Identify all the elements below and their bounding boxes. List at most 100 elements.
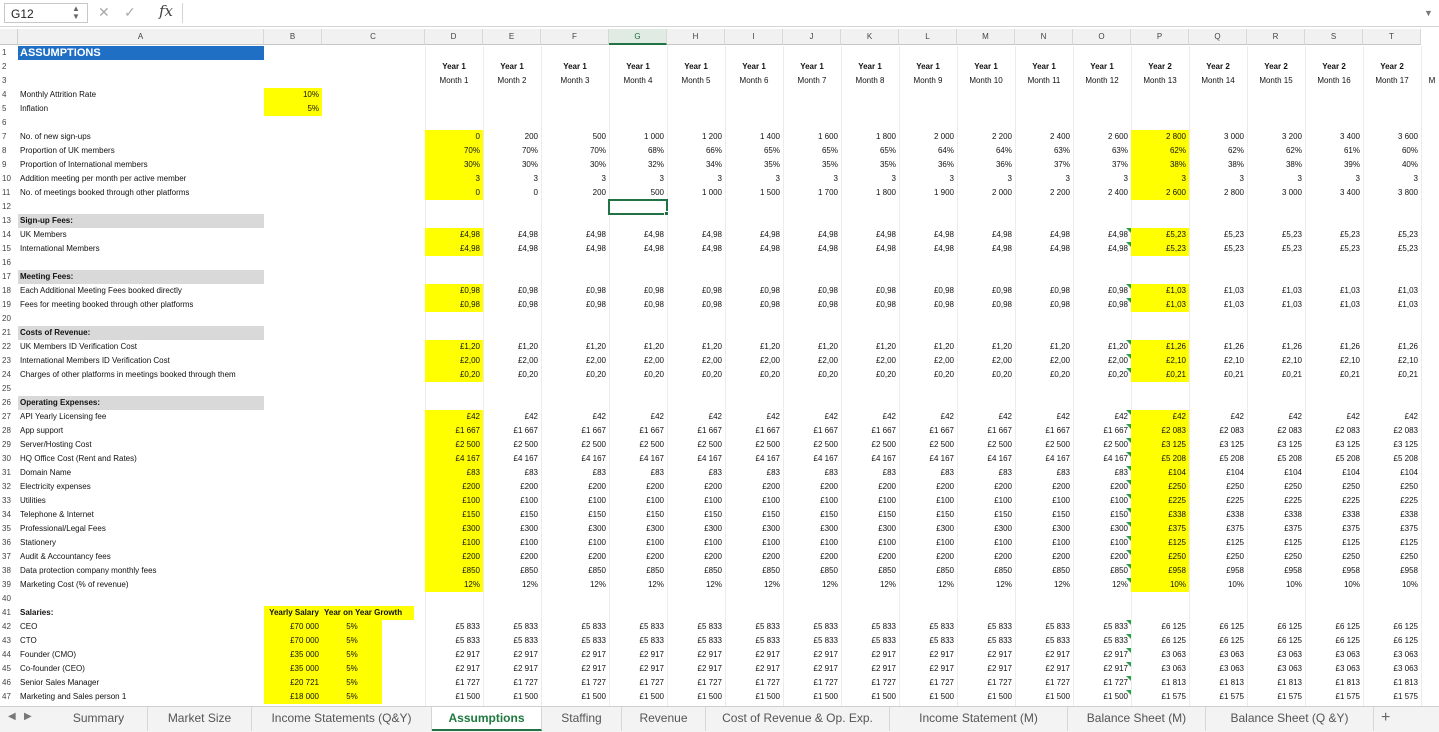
value-cell[interactable]: £6 125 bbox=[1247, 620, 1305, 634]
value-cell[interactable]: £5 833 bbox=[609, 634, 667, 648]
column-header-g[interactable]: G bbox=[609, 29, 667, 45]
row-label[interactable]: UK Members ID Verification Cost bbox=[18, 340, 264, 354]
value-cell[interactable]: £4 167 bbox=[667, 452, 725, 466]
value-cell[interactable]: £1 667 bbox=[425, 424, 483, 438]
value-cell[interactable]: £6 125 bbox=[1131, 634, 1189, 648]
row-header[interactable]: 12 bbox=[0, 200, 18, 214]
value-cell[interactable]: £83 bbox=[541, 466, 609, 480]
value-cell[interactable]: £4,98 bbox=[425, 228, 483, 242]
value-cell[interactable]: 1 700 bbox=[783, 186, 841, 200]
row-header[interactable]: 43 bbox=[0, 634, 18, 648]
row-header[interactable]: 24 bbox=[0, 368, 18, 382]
value-cell[interactable]: 3 bbox=[425, 172, 483, 186]
value-cell[interactable]: £1,20 bbox=[667, 340, 725, 354]
value-cell[interactable]: £100 bbox=[841, 494, 899, 508]
row-header[interactable]: 1 bbox=[0, 46, 18, 60]
insert-function-icon[interactable]: fx bbox=[159, 2, 173, 20]
value-cell[interactable]: £200 bbox=[483, 480, 541, 494]
value-cell[interactable]: 3 bbox=[1247, 172, 1305, 186]
row-header[interactable]: 25 bbox=[0, 382, 18, 396]
row-label[interactable]: Proportion of International members bbox=[18, 158, 264, 172]
value-cell[interactable]: £338 bbox=[1305, 508, 1363, 522]
value-cell[interactable]: £1,03 bbox=[1363, 284, 1421, 298]
value-cell[interactable]: £200 bbox=[609, 480, 667, 494]
row-header[interactable]: 44 bbox=[0, 648, 18, 662]
value-cell[interactable]: 1 000 bbox=[667, 186, 725, 200]
column-header-m[interactable]: M bbox=[957, 29, 1015, 45]
value-cell[interactable]: £1,20 bbox=[841, 340, 899, 354]
value-cell[interactable]: 62% bbox=[1131, 144, 1189, 158]
row-label[interactable]: Co-founder (CEO) bbox=[18, 662, 264, 676]
value-cell[interactable]: 12% bbox=[725, 578, 783, 592]
value-cell[interactable]: £1 667 bbox=[1073, 424, 1131, 438]
value-cell[interactable]: £1,20 bbox=[483, 340, 541, 354]
row-header[interactable]: 20 bbox=[0, 312, 18, 326]
value-cell[interactable]: £6 125 bbox=[1363, 634, 1421, 648]
column-header-l[interactable]: L bbox=[899, 29, 957, 45]
row-label[interactable]: Founder (CMO) bbox=[18, 648, 264, 662]
name-box-stepper-icon[interactable]: ▲ ▼ bbox=[72, 5, 80, 21]
value-cell[interactable]: £4,98 bbox=[483, 228, 541, 242]
value-cell[interactable]: 1 800 bbox=[841, 130, 899, 144]
value-cell[interactable]: £250 bbox=[1363, 550, 1421, 564]
value-cell[interactable]: 30% bbox=[483, 158, 541, 172]
column-header-q[interactable]: Q bbox=[1189, 29, 1247, 45]
spreadsheet-grid[interactable]: 1 ASSUMPTIONS 2 Year 1 Year 1 Year 1 Year 1 Yea… bbox=[0, 46, 1439, 706]
value-cell[interactable]: £850 bbox=[841, 564, 899, 578]
value-cell[interactable]: £1 575 bbox=[1131, 690, 1189, 704]
value-cell[interactable]: 70% bbox=[541, 144, 609, 158]
value-cell[interactable]: 2 800 bbox=[1131, 130, 1189, 144]
value-cell[interactable]: £1,20 bbox=[899, 340, 957, 354]
value-cell[interactable]: £0,98 bbox=[609, 298, 667, 312]
row-header[interactable]: 10 bbox=[0, 172, 18, 186]
value-cell[interactable]: £0,98 bbox=[483, 298, 541, 312]
value-cell[interactable]: £100 bbox=[425, 494, 483, 508]
column-header-r[interactable]: R bbox=[1247, 29, 1305, 45]
value-cell[interactable]: £375 bbox=[1305, 522, 1363, 536]
value-cell[interactable]: 2 000 bbox=[899, 130, 957, 144]
value-cell[interactable]: 66% bbox=[667, 144, 725, 158]
value-cell[interactable]: 12% bbox=[1015, 578, 1073, 592]
value-cell[interactable]: £1 575 bbox=[1247, 690, 1305, 704]
value-cell[interactable]: £4,98 bbox=[899, 228, 957, 242]
value-cell[interactable]: 12% bbox=[609, 578, 667, 592]
value-cell[interactable]: £42 bbox=[425, 410, 483, 424]
growth-cell[interactable]: 5% bbox=[322, 634, 382, 648]
value-cell[interactable]: 3 400 bbox=[1305, 130, 1363, 144]
value-cell[interactable]: £0,20 bbox=[1073, 368, 1131, 382]
value-cell[interactable]: £4,98 bbox=[725, 242, 783, 256]
sheet-tab-summary[interactable]: Summary bbox=[50, 707, 148, 731]
value-cell[interactable]: £3 125 bbox=[1363, 438, 1421, 452]
value-cell[interactable]: £150 bbox=[541, 508, 609, 522]
value-cell[interactable]: £2 917 bbox=[541, 662, 609, 676]
value-cell[interactable]: £1,03 bbox=[1247, 284, 1305, 298]
value-cell[interactable]: £3 063 bbox=[1189, 662, 1247, 676]
value-cell[interactable]: 12% bbox=[957, 578, 1015, 592]
value-cell[interactable]: £5 833 bbox=[1015, 620, 1073, 634]
value-cell[interactable]: 3 bbox=[483, 172, 541, 186]
row-header[interactable]: 8 bbox=[0, 144, 18, 158]
value-cell[interactable]: £200 bbox=[609, 550, 667, 564]
column-header-h[interactable]: H bbox=[667, 29, 725, 45]
value-cell[interactable]: 3 bbox=[1305, 172, 1363, 186]
column-header-o[interactable]: O bbox=[1073, 29, 1131, 45]
value-cell[interactable]: £2 917 bbox=[1073, 648, 1131, 662]
value-cell[interactable]: £300 bbox=[609, 522, 667, 536]
value-cell[interactable]: 3 600 bbox=[1363, 130, 1421, 144]
row-label[interactable]: Operating Expenses: bbox=[18, 396, 264, 410]
sheet-tab-income-statement-m[interactable]: Income Statement (M) bbox=[890, 707, 1068, 731]
value-cell[interactable]: 3 bbox=[1015, 172, 1073, 186]
parameter-cell[interactable]: £70 000 bbox=[264, 634, 322, 648]
value-cell[interactable]: 40% bbox=[1363, 158, 1421, 172]
value-cell[interactable]: 35% bbox=[841, 158, 899, 172]
value-cell[interactable]: 3 bbox=[1189, 172, 1247, 186]
value-cell[interactable]: £200 bbox=[957, 550, 1015, 564]
row-label[interactable]: Utilities bbox=[18, 494, 264, 508]
value-cell[interactable]: £5 833 bbox=[1015, 634, 1073, 648]
value-cell[interactable]: £3 063 bbox=[1363, 662, 1421, 676]
row-label[interactable]: CEO bbox=[18, 620, 264, 634]
value-cell[interactable]: £100 bbox=[725, 536, 783, 550]
value-cell[interactable]: 30% bbox=[541, 158, 609, 172]
value-cell[interactable]: £850 bbox=[783, 564, 841, 578]
column-header-e[interactable]: E bbox=[483, 29, 541, 45]
